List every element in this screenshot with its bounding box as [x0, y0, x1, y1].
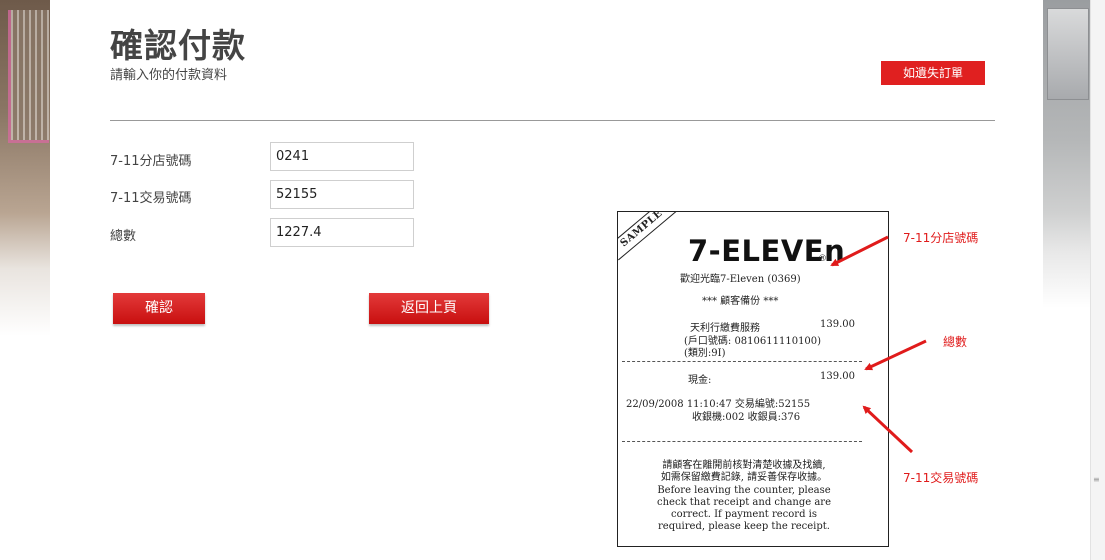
- background-photo-right: [1043, 0, 1090, 560]
- transaction-number-input[interactable]: [270, 180, 414, 209]
- receipt-divider: [622, 441, 862, 442]
- annotation-transaction-number: 7-11交易號碼: [903, 471, 979, 485]
- background-photo-left: [0, 0, 50, 560]
- receipt-note-en-4: required, please keep the receipt.: [658, 521, 830, 532]
- store-number-label: 7-11分店號碼: [110, 154, 192, 169]
- total-amount-input[interactable]: [270, 218, 414, 247]
- total-amount-label: 總數: [110, 229, 137, 244]
- sample-stamp: SAMPLE: [618, 212, 677, 261]
- background-detail: [1047, 8, 1089, 100]
- receipt-merchant-amount: 139.00: [820, 319, 855, 330]
- background-detail: [8, 10, 49, 143]
- page-title: 確認付款: [110, 26, 246, 65]
- receipt-register: 收銀機:002 收銀員:376: [692, 412, 801, 423]
- receipt-note-en-2: check that receipt and change are: [656, 497, 831, 508]
- receipt-cash-amount: 139.00: [820, 371, 855, 382]
- annotation-store-number: 7-11分店號碼: [903, 231, 979, 245]
- back-button[interactable]: 返回上頁: [369, 293, 489, 324]
- receipt-type: (類別:9I): [684, 348, 726, 359]
- receipt-sample-image: SAMPLE 7-ELEVEn ® 歡迎光臨7-Eleven (0369) **…: [617, 211, 889, 547]
- receipt-note-zh-1: 請顧客在離開前核對清楚收據及找續,: [662, 460, 826, 471]
- store-number-input[interactable]: [270, 142, 414, 171]
- header-divider: [110, 120, 995, 121]
- receipt-customer-copy: *** 顧客備份 ***: [702, 296, 779, 307]
- receipt-note-en-3: correct. If payment record is: [671, 509, 817, 520]
- annotation-total: 總數: [943, 335, 968, 349]
- registered-mark: ®: [818, 254, 827, 264]
- transaction-number-label: 7-11交易號碼: [110, 191, 192, 206]
- page-subtitle: 請輸入你的付款資料: [110, 68, 228, 83]
- receipt-cash-label: 現金:: [688, 375, 712, 386]
- receipt-note-en-1: Before leaving the counter, please: [657, 485, 831, 496]
- receipt-welcome: 歡迎光臨7-Eleven (0369): [680, 274, 801, 285]
- scrollbar-grip-icon[interactable]: ≡: [1093, 476, 1101, 484]
- confirm-button[interactable]: 確認: [113, 293, 205, 324]
- receipt-note-zh-2: 如需保留繳費記錄, 請妥善保存收據。: [660, 472, 828, 483]
- lost-order-button[interactable]: 如遺失訂單: [881, 61, 985, 85]
- receipt-divider: [622, 361, 862, 362]
